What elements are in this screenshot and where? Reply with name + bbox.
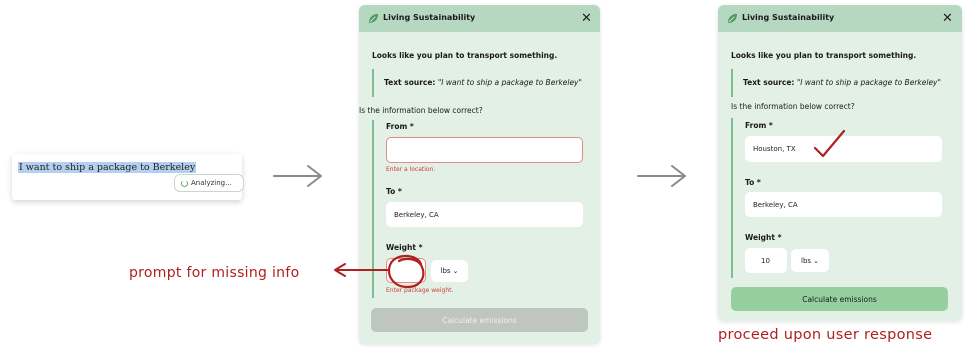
analyzing-badge: Analyzing...: [174, 174, 244, 192]
close-icon[interactable]: ✕: [942, 12, 953, 25]
unit-select[interactable]: lbs ⌄: [431, 260, 468, 282]
chevron-down-icon: ⌄: [813, 256, 819, 265]
calculate-emissions-button[interactable]: Calculate emissions: [731, 287, 948, 311]
intro-text: Looks like you plan to transport somethi…: [372, 51, 558, 60]
intro-text: Looks like you plan to transport somethi…: [731, 51, 917, 60]
to-input[interactable]: Berkeley, CA: [745, 192, 942, 217]
unit-label: lbs: [801, 256, 812, 265]
panel-title: Living Sustainability: [742, 13, 835, 22]
from-error: Enter a location.: [386, 166, 436, 173]
text-source-label: Text source:: [384, 78, 436, 87]
form-accent-bar: [731, 118, 733, 278]
text-source-quote: "I want to ship a package to Berkeley": [437, 78, 582, 87]
panel-title: Living Sustainability: [383, 13, 476, 22]
close-icon[interactable]: ✕: [581, 12, 592, 25]
confirm-question: Is the information below correct?: [359, 106, 483, 115]
spinner-icon: [181, 179, 188, 187]
to-input[interactable]: Berkeley, CA: [386, 202, 583, 227]
arrow-right-icon: [637, 165, 686, 187]
leaf-icon: [368, 13, 379, 24]
to-label: To *: [745, 178, 761, 187]
proceed-annotation: proceed upon user response: [718, 327, 933, 343]
arrow-right-icon: [273, 165, 322, 187]
chevron-down-icon: ⌄: [452, 267, 459, 275]
text-source-quote: "I want to ship a package to Berkeley": [796, 78, 941, 87]
weight-label: Weight *: [745, 233, 782, 242]
from-label: From *: [386, 122, 414, 131]
selected-text[interactable]: I want to ship a package to Berkeley: [18, 162, 197, 173]
analyzing-label: Analyzing...: [191, 179, 232, 187]
checkmark-icon: [813, 129, 846, 158]
text-source: Text source: "I want to ship a package t…: [372, 69, 598, 97]
leaf-icon: [727, 13, 738, 24]
calculate-emissions-button[interactable]: Calculate emissions: [371, 308, 588, 332]
unit-select[interactable]: lbs ⌄: [791, 249, 829, 272]
annotation-arrow-icon: [334, 263, 390, 277]
panel-header: Living Sustainability ✕: [718, 5, 962, 32]
document-snippet: I want to ship a package to Berkeley Ana…: [12, 154, 244, 200]
to-label: To *: [386, 187, 402, 196]
text-source: Text source: "I want to ship a package t…: [731, 69, 962, 97]
confirm-question: Is the information below correct?: [731, 102, 855, 111]
from-input[interactable]: [386, 137, 583, 163]
text-source-label: Text source:: [743, 78, 795, 87]
weight-input[interactable]: 10: [745, 248, 787, 273]
assistant-panel-completed: Living Sustainability ✕ Looks like you p…: [718, 5, 962, 321]
assistant-panel-missing-info: Living Sustainability ✕ Looks like you p…: [359, 5, 600, 344]
prompt-annotation: prompt for missing info: [129, 265, 300, 281]
panel-header: Living Sustainability ✕: [359, 5, 600, 32]
unit-label: lbs: [440, 267, 451, 275]
from-label: From *: [745, 121, 773, 130]
